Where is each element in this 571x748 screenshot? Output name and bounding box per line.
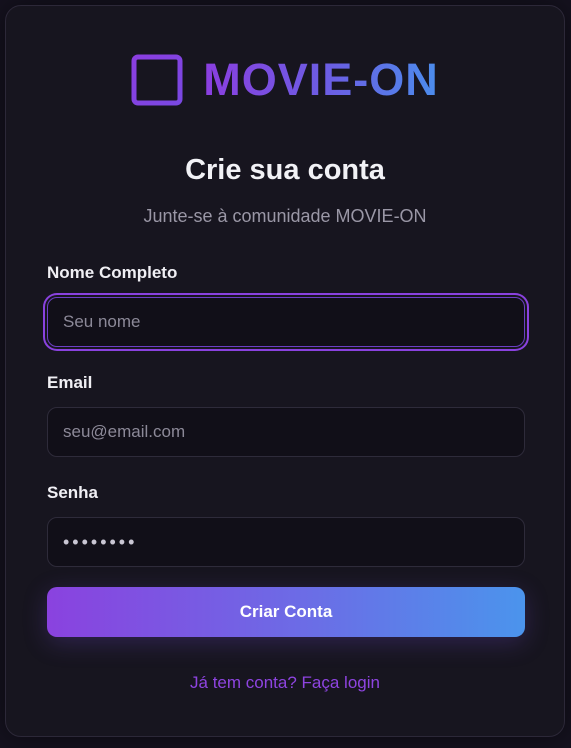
create-account-button[interactable]: Criar Conta: [47, 587, 525, 637]
password-label: Senha: [47, 483, 99, 502]
name-label: Nome Completo: [47, 263, 178, 282]
password-placeholder: ••••••••: [63, 531, 138, 552]
brand-logo: MOVIE-ON: [6, 54, 564, 106]
email-label: Email: [47, 373, 93, 392]
page-subtitle: Junte-se à comunidade MOVIE-ON: [143, 206, 427, 226]
page-title: Crie sua conta: [185, 154, 385, 186]
email-placeholder: seu@email.com: [63, 422, 186, 441]
login-link[interactable]: Já tem conta? Faça login: [6, 673, 564, 693]
signup-card: MOVIE-ON Crie sua conta Junte-se à comun…: [5, 5, 565, 737]
name-input[interactable]: Seu nome: [47, 297, 525, 347]
email-input[interactable]: seu@email.com: [47, 407, 525, 457]
name-placeholder: Seu nome: [63, 312, 141, 331]
create-account-label: Criar Conta: [239, 602, 333, 621]
password-input[interactable]: ••••••••: [47, 517, 525, 567]
film-icon: [131, 54, 183, 106]
brand-name: MOVIE-ON: [203, 54, 439, 105]
